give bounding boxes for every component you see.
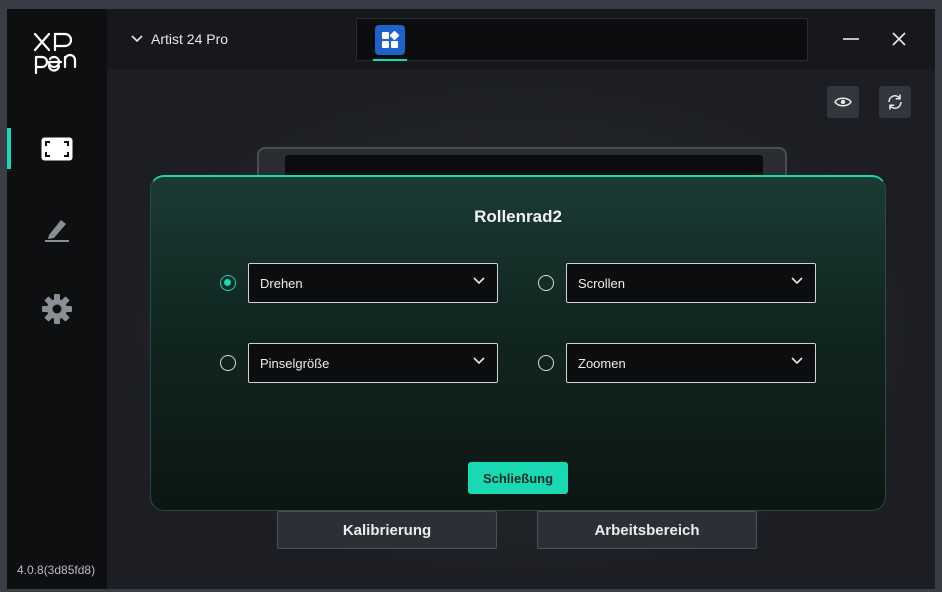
option-radio-zoom[interactable] [538, 355, 554, 371]
workspace-button[interactable]: Arbeitsbereich [537, 511, 757, 549]
dialog-title: Rollenrad2 [474, 207, 562, 226]
function-select-brush-size[interactable]: Pinselgröße [248, 343, 498, 383]
chevron-down-icon [473, 277, 485, 285]
device-name: Artist 24 Pro [151, 31, 229, 47]
device-dropdown[interactable]: Artist 24 Pro [131, 31, 228, 47]
chevron-down-icon [473, 357, 485, 365]
app-window: 4.0.8(3d85fd8) Artist 24 Pro Kalibrierun… [7, 9, 935, 589]
chevron-down-icon [791, 357, 803, 365]
version-label: 4.0.8(3d85fd8) [17, 563, 96, 577]
app-tab-all-apps[interactable] [375, 25, 405, 55]
sidebar: 4.0.8(3d85fd8) [7, 9, 107, 589]
function-select-zoom[interactable]: Zoomen [566, 343, 816, 383]
select-value: Drehen [260, 275, 303, 291]
minimize-button[interactable] [839, 27, 863, 51]
sidebar-item-display[interactable] [7, 129, 107, 169]
select-value: Zoomen [578, 355, 626, 371]
option-radio-rotate[interactable] [220, 275, 236, 291]
function-select-rotate[interactable]: Drehen [248, 263, 498, 303]
app-tab-active-indicator [373, 59, 407, 61]
chevron-down-icon [791, 277, 803, 285]
apps-grid-icon [382, 31, 399, 48]
refresh-icon [888, 94, 902, 110]
select-value: Pinselgröße [260, 355, 330, 371]
function-select-scroll[interactable]: Scrollen [566, 263, 816, 303]
app-tabs-bar [356, 18, 808, 61]
sidebar-item-pen[interactable] [7, 209, 107, 249]
xppen-logo [33, 32, 77, 75]
close-icon [892, 32, 906, 46]
option-radio-scroll[interactable] [538, 275, 554, 291]
option-radio-brush-size[interactable] [220, 355, 236, 371]
eye-icon [834, 97, 852, 107]
chevron-down-icon [131, 35, 143, 43]
preview-button[interactable] [827, 86, 859, 118]
roller-wheel-dialog: Rollenrad2 Drehen Scrollen Pinselgröße Z… [150, 175, 886, 511]
select-value: Scrollen [578, 275, 625, 291]
gear-icon [42, 294, 72, 324]
refresh-button[interactable] [879, 86, 911, 118]
sidebar-item-settings[interactable] [7, 289, 107, 329]
top-bar: Artist 24 Pro [107, 9, 935, 69]
display-area-icon [41, 137, 73, 161]
close-dialog-button[interactable]: Schließung [468, 462, 568, 494]
close-window-button[interactable] [887, 27, 911, 51]
pen-icon [45, 220, 69, 242]
calibrate-button[interactable]: Kalibrierung [277, 511, 497, 549]
minimize-icon [843, 38, 859, 40]
